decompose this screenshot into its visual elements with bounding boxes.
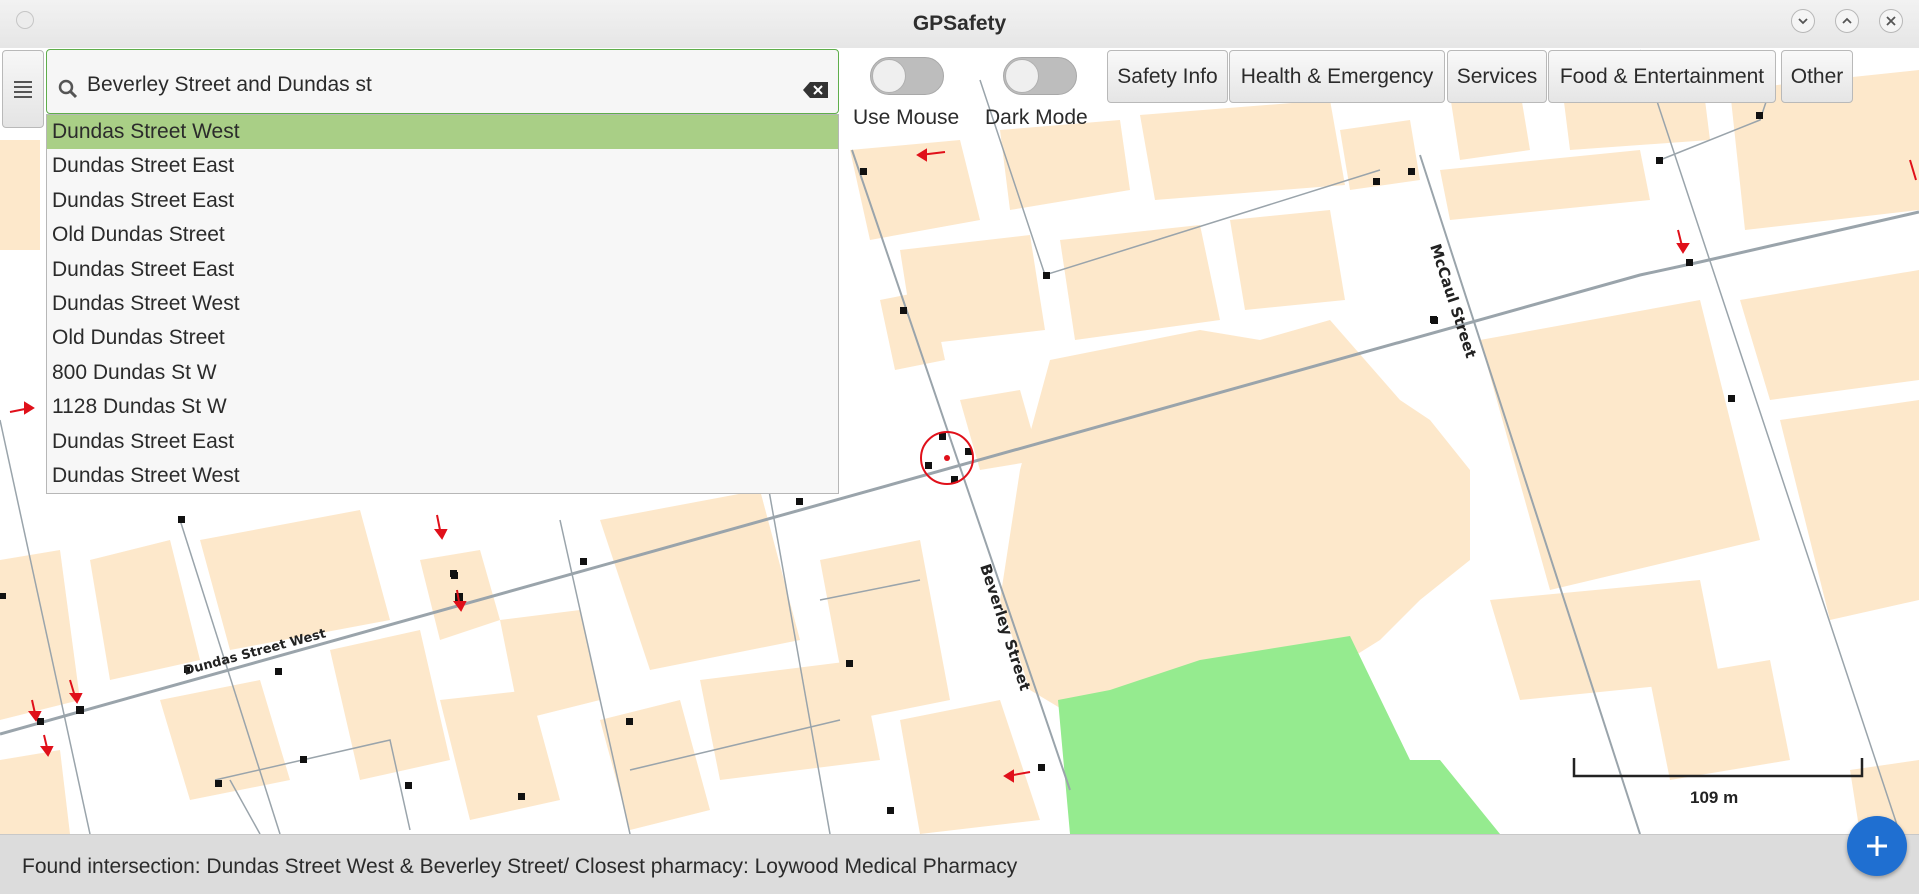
suggestion-item[interactable]: Old Dundas Street xyxy=(47,321,838,355)
close-button[interactable] xyxy=(1879,9,1903,33)
suggestion-item[interactable]: Old Dundas Street xyxy=(47,218,838,252)
status-text: Found intersection: Dundas Street West &… xyxy=(22,855,1018,878)
suggestion-item[interactable]: 800 Dundas St W xyxy=(47,356,838,390)
backspace-clear-icon[interactable] xyxy=(802,80,830,100)
search-input[interactable] xyxy=(87,70,787,100)
toggle-knob xyxy=(1005,59,1039,93)
dark-mode-toggle[interactable] xyxy=(1003,57,1077,95)
search-icon xyxy=(58,79,78,99)
suggestion-item[interactable]: Dundas Street East xyxy=(47,253,838,287)
toggle-knob xyxy=(872,59,906,93)
other-button[interactable]: Other xyxy=(1781,50,1853,103)
window-title: GPSafety xyxy=(912,12,1007,35)
suggestion-item[interactable]: Dundas Street West xyxy=(47,287,838,321)
use-mouse-label: Use Mouse xyxy=(853,106,960,129)
maximize-button[interactable] xyxy=(1835,9,1859,33)
suggestion-item[interactable]: Dundas Street East xyxy=(47,184,838,218)
menu-button[interactable] xyxy=(2,50,44,128)
suggestion-item[interactable]: Dundas Street West xyxy=(47,459,838,493)
suggestion-item[interactable]: Dundas Street East xyxy=(47,149,838,183)
plus-icon xyxy=(1867,836,1887,856)
search-suggestions: Dundas Street West Dundas Street East Du… xyxy=(46,114,839,494)
close-icon xyxy=(1886,16,1896,26)
hamburger-icon xyxy=(14,81,32,98)
safety-info-button[interactable]: Safety Info xyxy=(1107,50,1228,103)
suggestion-item[interactable]: Dundas Street East xyxy=(47,425,838,459)
chevron-down-icon xyxy=(1798,18,1808,25)
dark-mode-label: Dark Mode xyxy=(985,106,1088,129)
use-mouse-toggle[interactable] xyxy=(870,57,944,95)
search-box[interactable] xyxy=(46,49,839,114)
food-entertainment-button[interactable]: Food & Entertainment xyxy=(1548,50,1776,103)
add-button[interactable] xyxy=(1847,816,1907,876)
scale-label: 109 m xyxy=(1690,788,1739,807)
chevron-up-icon xyxy=(1842,17,1852,24)
health-emergency-button[interactable]: Health & Emergency xyxy=(1229,50,1445,103)
minimize-button[interactable] xyxy=(1791,9,1815,33)
title-bar: GPSafety xyxy=(0,0,1919,49)
location-marker xyxy=(920,431,974,485)
status-bar: Found intersection: Dundas Street West &… xyxy=(0,834,1919,894)
suggestion-item[interactable]: 1128 Dundas St W xyxy=(47,390,838,424)
suggestion-item[interactable]: Dundas Street West xyxy=(47,115,838,150)
services-button[interactable]: Services xyxy=(1447,50,1547,103)
